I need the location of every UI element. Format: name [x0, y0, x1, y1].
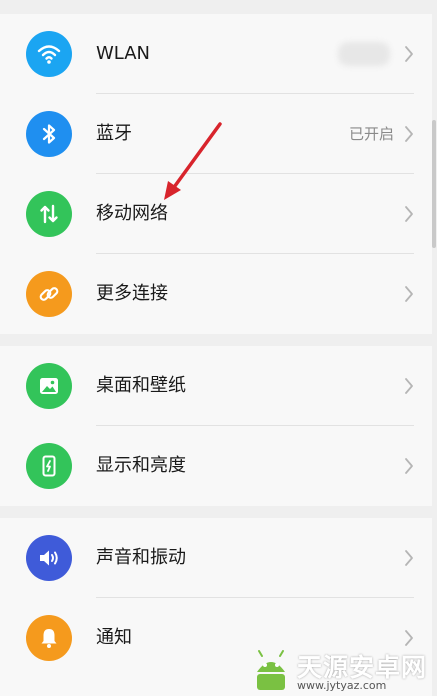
chevron-right-icon — [405, 206, 413, 222]
more-connections-row[interactable]: 更多连接 — [0, 254, 432, 334]
bluetooth-label: 蓝牙 — [96, 123, 132, 144]
sound-vibration-label: 声音和振动 — [96, 547, 186, 568]
wlan-network-name-blurred — [338, 42, 390, 66]
mobile-network-label: 移动网络 — [96, 203, 168, 224]
bell-icon — [26, 615, 72, 661]
wifi-icon — [26, 31, 72, 77]
chevron-right-icon — [405, 286, 413, 302]
display-group: 桌面和壁纸 显示和亮度 — [0, 346, 432, 506]
image-icon — [26, 363, 72, 409]
wlan-row[interactable]: WLAN — [0, 14, 432, 94]
chevron-right-icon — [405, 550, 413, 566]
sound-vibration-row[interactable]: 声音和振动 — [0, 518, 432, 598]
bluetooth-status: 已开启 — [348, 125, 394, 143]
mobile-network-row[interactable]: 移动网络 — [0, 174, 432, 254]
display-brightness-row[interactable]: 显示和亮度 — [0, 426, 432, 506]
connectivity-group: WLAN 蓝牙 已开启 移动网络 更多连接 — [0, 14, 432, 334]
chevron-right-icon — [405, 126, 413, 142]
watermark-url: www.jytyaz.com — [297, 679, 387, 692]
bluetooth-icon — [26, 111, 72, 157]
bluetooth-row[interactable]: 蓝牙 已开启 — [0, 94, 432, 174]
speaker-icon — [26, 535, 72, 581]
chevron-right-icon — [405, 630, 413, 646]
notifications-label: 通知 — [96, 627, 132, 648]
phone-brightness-icon — [26, 443, 72, 489]
wallpaper-row[interactable]: 桌面和壁纸 — [0, 346, 432, 426]
android-logo-icon — [257, 650, 285, 690]
chevron-right-icon — [405, 46, 413, 62]
wallpaper-label: 桌面和壁纸 — [96, 375, 186, 396]
wlan-label: WLAN — [96, 43, 151, 64]
chevron-right-icon — [405, 458, 413, 474]
display-brightness-label: 显示和亮度 — [96, 455, 186, 476]
link-icon — [26, 271, 72, 317]
more-connections-label: 更多连接 — [96, 283, 168, 304]
scrollbar[interactable] — [432, 120, 436, 248]
data-arrows-icon — [26, 191, 72, 237]
watermark: 天源安卓网 www.jytyaz.com — [237, 646, 437, 696]
chevron-right-icon — [405, 378, 413, 394]
